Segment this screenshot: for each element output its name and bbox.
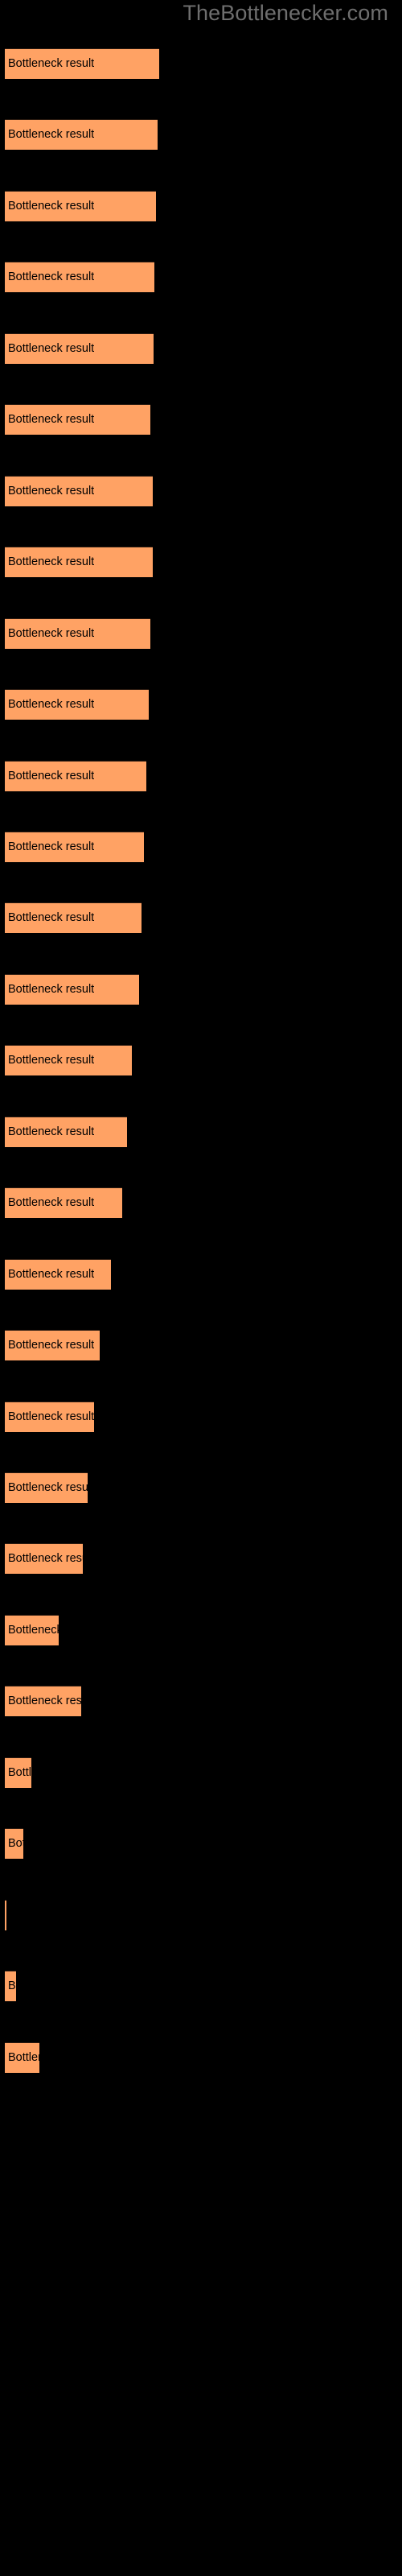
bar-label-clip: Bottleneck result [5, 618, 150, 649]
bar-label-clip: Bottleneck result [5, 476, 153, 506]
bar-label: Bottleneck result [8, 1695, 81, 1708]
bar-label-clip: Bottleneck result [5, 119, 158, 150]
bar-label: Bottleneck result [8, 484, 95, 497]
bar-label: Bottleneck result [8, 1196, 95, 1210]
bar-label-clip: Bottleneck result [5, 404, 150, 435]
bar-label-clip: Bottleneck result [5, 48, 159, 79]
bar-label-clip: Bottleneck result [5, 2042, 39, 2073]
bar-row[interactable]: Bottleneck result [0, 190, 402, 221]
bar-label-clip: Bottleneck result [5, 1117, 127, 1147]
bar-label: Bottleneck result [8, 1410, 94, 1423]
bar-row[interactable]: Bottleneck result [0, 617, 402, 649]
bar-label: Bottleneck result [8, 270, 95, 284]
bar-row[interactable]: Bottleneck result [0, 1686, 402, 1717]
bar-label-clip: Bottleneck result [5, 902, 142, 933]
bar-label-clip: Bottleneck result [5, 1615, 59, 1645]
bar-label-clip: Bottleneck result [5, 1045, 132, 1075]
bar-label: Bottleneck result [8, 1979, 16, 1993]
bar-label: Bottleneck result [8, 57, 95, 70]
bar-label: Bottleneck result [8, 2050, 39, 2064]
bar-label: Bottleneck result [8, 1054, 95, 1067]
bar-row[interactable]: Bottleneck result [0, 760, 402, 791]
bar-label: Bottleneck result [8, 1125, 95, 1138]
bar-label: Bottleneck result [8, 199, 95, 213]
site-watermark-title: TheBottlenecker.com [183, 1, 388, 25]
bar-row[interactable]: Bottleneck result [0, 1330, 402, 1361]
bar-row[interactable]: Bottleneck result [0, 1401, 402, 1432]
bar-label: Bottleneck result [8, 341, 95, 355]
bar-label: Bottleneck result [8, 1481, 88, 1494]
bar-label: Bottleneck result [8, 911, 95, 925]
bar-label-clip: Bottleneck result [5, 761, 146, 791]
bar-label: Bottleneck result [8, 1339, 95, 1352]
bar-label-clip: Bottleneck result [5, 1472, 88, 1503]
bar-row[interactable]: Bottleneck result [0, 119, 402, 151]
bar-row[interactable]: Bottleneck result [0, 1757, 402, 1788]
bar-row[interactable]: Bottleneck result [0, 902, 402, 934]
bar-label: Bottleneck result [8, 1552, 83, 1566]
bar-row[interactable]: Bottleneck result [0, 1971, 402, 2002]
bar-label: Bottleneck result [8, 128, 95, 142]
bar-label: Bottleneck result [8, 1623, 59, 1637]
bar-row[interactable]: Bottleneck result [0, 1828, 402, 1860]
bar-row[interactable]: Bottleneck result [0, 1543, 402, 1575]
bar-row[interactable]: Bottleneck result [0, 1116, 402, 1147]
bar-label-clip: Bottleneck result [5, 1259, 111, 1290]
bar-row[interactable]: Bottleneck result [0, 1045, 402, 1076]
bar-row[interactable]: Bottleneck result [0, 547, 402, 578]
bar-row[interactable]: Bottleneck result [0, 1614, 402, 1645]
bar-row[interactable]: Bottleneck result [0, 262, 402, 293]
bar-row[interactable]: Bottleneck result [0, 1258, 402, 1290]
bar-row[interactable]: Bottleneck result [0, 1472, 402, 1503]
bar-label: Bottleneck result [8, 555, 95, 569]
bar-label: Bottleneck result [8, 1765, 31, 1779]
bar-row[interactable]: Bottleneck result [0, 332, 402, 364]
bar-label-clip: Bottleneck result [5, 1402, 94, 1432]
bar-label: Bottleneck result [8, 769, 95, 782]
bar-label-clip: Bottleneck result [5, 262, 154, 292]
bar-row[interactable]: Bottleneck result [0, 404, 402, 436]
bar-row[interactable]: Bottleneck result [0, 689, 402, 720]
bar-label-clip: Bottleneck result [5, 1757, 31, 1788]
bar-row[interactable]: Bottleneck result [0, 2041, 402, 2073]
bar-label-clip: Bottleneck result [5, 547, 153, 577]
bar-row[interactable]: Bottleneck result [0, 1899, 402, 1930]
bar-label: Bottleneck result [8, 982, 95, 996]
bar-label-clip: Bottleneck result [5, 333, 154, 364]
bar-row[interactable]: Bottleneck result [0, 1187, 402, 1219]
bar-label-clip: Bottleneck result [5, 1900, 6, 1930]
bar-label-clip: Bottleneck result [5, 832, 144, 862]
bar-row[interactable]: Bottleneck result [0, 48, 402, 79]
bar-label: Bottleneck result [8, 1837, 23, 1851]
bottleneck-bar-chart: TheBottlenecker.com Bottleneck result Bot… [0, 0, 402, 2576]
bar-label-clip: Bottleneck result [5, 974, 139, 1005]
bar-label: Bottleneck result [8, 698, 95, 712]
bar-label: Bottleneck result [8, 1267, 95, 1281]
bar-label-clip: Bottleneck result [5, 1543, 83, 1574]
bar-label-clip: Bottleneck result [5, 1971, 16, 2001]
bar-label-clip: Bottleneck result [5, 689, 149, 720]
bar-row[interactable]: Bottleneck result [0, 831, 402, 862]
bar-label-clip: Bottleneck result [5, 1330, 100, 1360]
bar-label-clip: Bottleneck result [5, 191, 156, 221]
bar-label-clip: Bottleneck result [5, 1187, 122, 1218]
bar-label-clip: Bottleneck result [5, 1828, 23, 1859]
bar-row[interactable]: Bottleneck result [0, 973, 402, 1005]
bar-label: Bottleneck result [8, 413, 95, 427]
bar-label: Bottleneck result [8, 626, 95, 640]
bar-row[interactable]: Bottleneck result [0, 475, 402, 506]
bar-label-clip: Bottleneck result [5, 1686, 81, 1716]
bar-label: Bottleneck result [8, 840, 95, 853]
